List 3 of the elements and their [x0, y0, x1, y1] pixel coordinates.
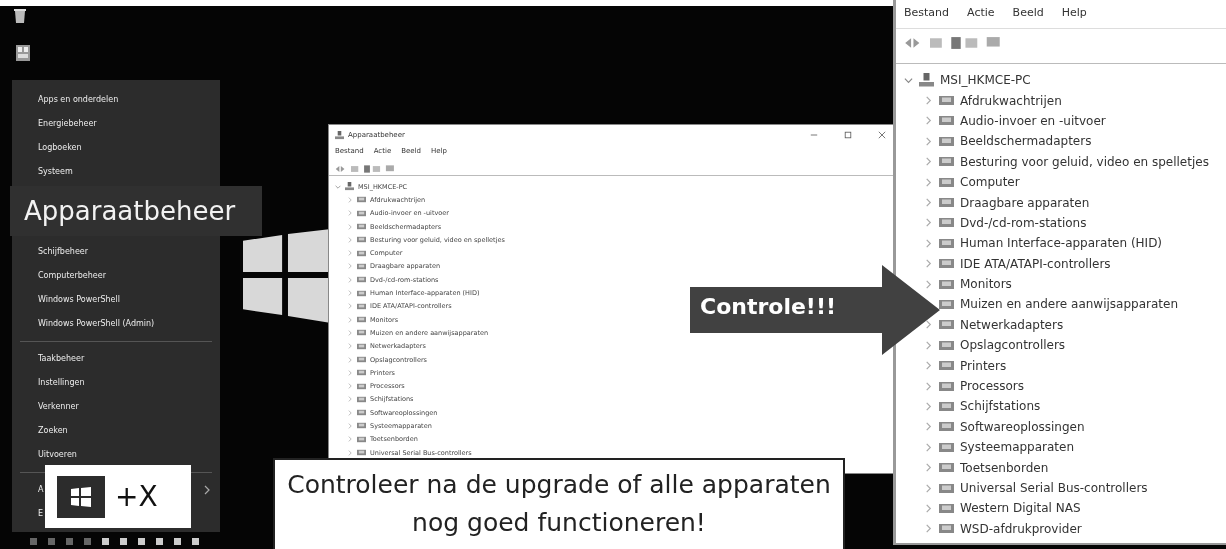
caption-text: Controleer na de upgrade of alle apparaten nog goed functioneren! — [273, 458, 845, 549]
callout-text: Controle!!! — [700, 294, 836, 319]
shortcut-text: +X — [115, 480, 158, 513]
